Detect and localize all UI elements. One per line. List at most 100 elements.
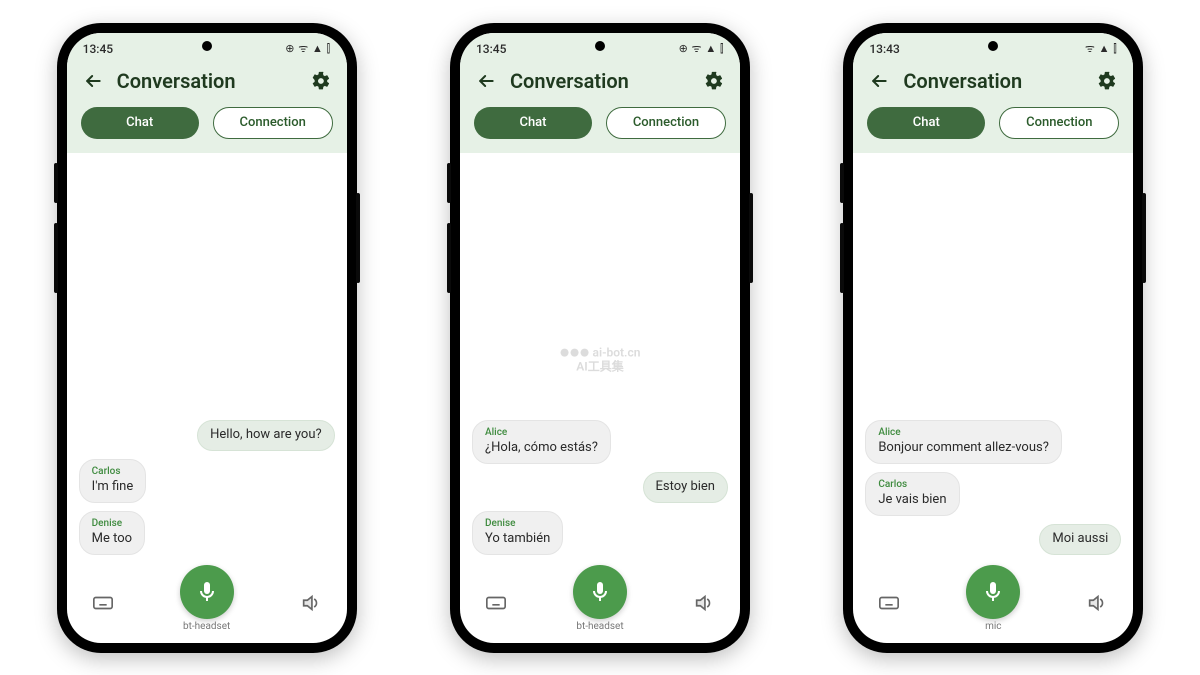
outgoing-bubble[interactable]: Hello, how are you? (197, 420, 335, 451)
tab-row: Chat Connection (867, 107, 1119, 139)
back-arrow-icon[interactable] (867, 69, 891, 93)
tab-chat[interactable]: Chat (81, 107, 199, 139)
screen: 13:45⊕ ᯤ ▲ ⫿ConversationChatConnectionHe… (67, 33, 347, 643)
chat-area: Hello, how are you? Carlos I'm fine Denise M… (67, 153, 347, 567)
incoming-bubble[interactable]: Denise Me too (79, 511, 145, 555)
message-sender: Alice (485, 427, 598, 438)
keyboard-icon[interactable] (89, 589, 117, 617)
message-text: Je vais bien (878, 492, 946, 507)
incoming-bubble[interactable]: Denise Yo también (472, 511, 563, 555)
watermark-line2: AI工具集 (560, 360, 641, 374)
phone-side-button (54, 223, 58, 293)
message-sender: Denise (485, 518, 550, 529)
status-icons: ⊕ ᯤ ▲ ⫿ (679, 41, 724, 56)
phone-mockup: 13:45 ⊕ ᯤ ▲ ⫿ Conversation Chat Connection Al… (450, 23, 750, 653)
mic-button[interactable] (573, 565, 627, 619)
phone-side-button (447, 223, 451, 293)
settings-gear-icon[interactable] (309, 69, 333, 93)
chat-area: Alice ¿Hola, cómo estás? Estoy bien Denise Y… (460, 153, 740, 567)
settings-gear-icon[interactable] (702, 69, 726, 93)
volume-icon[interactable] (297, 589, 325, 617)
message-text: Estoy bien (656, 479, 715, 494)
phone-side-button (749, 193, 753, 283)
tab-connection[interactable]: Connection (606, 107, 726, 139)
mic-wrap: bt-headset (573, 565, 627, 632)
message-row: Moi aussi (865, 524, 1121, 555)
mic-label: mic (985, 621, 1001, 632)
watermark-line1: ai-bot.cn (593, 345, 641, 359)
bottom-bar: bt-headset (460, 567, 740, 643)
message-sender: Alice (878, 427, 1049, 438)
page-title: Conversation (117, 69, 297, 93)
incoming-bubble[interactable]: Alice Bonjour comment allez-vous? (865, 420, 1062, 464)
volume-icon[interactable] (1083, 589, 1111, 617)
message-row: Carlos I'm fine (79, 459, 335, 503)
mic-wrap: bt-headset (180, 565, 234, 632)
outgoing-bubble[interactable]: Estoy bien (643, 472, 728, 503)
settings-gear-icon[interactable] (1095, 69, 1119, 93)
message-row: Denise Me too (79, 511, 335, 555)
mic-wrap: mic (966, 565, 1020, 632)
keyboard-icon[interactable] (875, 589, 903, 617)
screen: 13:43ᯤ ▲ ⫿ConversationChatConnectionAlic… (853, 33, 1133, 643)
phone-mockup: 13:43ᯤ ▲ ⫿ConversationChatConnectionAlic… (843, 23, 1143, 653)
outgoing-bubble[interactable]: Moi aussi (1039, 524, 1121, 555)
camera-hole (595, 41, 605, 51)
mic-button[interactable] (966, 565, 1020, 619)
message-row: Estoy bien (472, 472, 728, 503)
phone-side-button (54, 163, 58, 203)
screen: 13:45 ⊕ ᯤ ▲ ⫿ Conversation Chat Connection Al… (460, 33, 740, 643)
phone-side-button (840, 163, 844, 203)
tab-row: Chat Connection (474, 107, 726, 139)
back-arrow-icon[interactable] (81, 69, 105, 93)
phone-side-button (447, 163, 451, 203)
message-text: Yo también (485, 531, 550, 546)
phone-mockup: 13:45⊕ ᯤ ▲ ⫿ConversationChatConnectionHe… (57, 23, 357, 653)
mic-button[interactable] (180, 565, 234, 619)
page-title: Conversation (903, 69, 1083, 93)
phone-side-button (840, 223, 844, 293)
page-title: Conversation (510, 69, 690, 93)
incoming-bubble[interactable]: Carlos I'm fine (79, 459, 147, 503)
message-row: Alice ¿Hola, cómo estás? (472, 420, 728, 464)
message-sender: Denise (92, 518, 132, 529)
volume-icon[interactable] (690, 589, 718, 617)
app-bar: Conversation Chat Connection (853, 63, 1133, 153)
camera-hole (202, 41, 212, 51)
status-time: 13:45 (476, 42, 506, 56)
status-time: 13:43 (869, 42, 899, 56)
message-text: ¿Hola, cómo estás? (485, 440, 598, 455)
app-bar: Conversation Chat Connection (460, 63, 740, 153)
message-text: Moi aussi (1052, 531, 1108, 546)
watermark: ai-bot.cnAI工具集 (560, 345, 641, 374)
incoming-bubble[interactable]: Alice ¿Hola, cómo estás? (472, 420, 611, 464)
message-text: Me too (92, 531, 132, 546)
status-icons: ⊕ ᯤ ▲ ⫿ (285, 41, 330, 56)
keyboard-icon[interactable] (482, 589, 510, 617)
incoming-bubble[interactable]: Carlos Je vais bien (865, 472, 959, 516)
tab-connection[interactable]: Connection (213, 107, 333, 139)
message-row: Denise Yo también (472, 511, 728, 555)
app-bar: Conversation Chat Connection (67, 63, 347, 153)
mic-label: bt-headset (183, 621, 230, 632)
tab-connection[interactable]: Connection (999, 107, 1119, 139)
message-row: Carlos Je vais bien (865, 472, 1121, 516)
message-sender: Carlos (878, 479, 946, 490)
phone-side-button (1142, 193, 1146, 283)
back-arrow-icon[interactable] (474, 69, 498, 93)
message-row: Hello, how are you? (79, 420, 335, 451)
message-sender: Carlos (92, 466, 134, 477)
tab-row: Chat Connection (81, 107, 333, 139)
bottom-bar: mic (853, 567, 1133, 643)
camera-hole (988, 41, 998, 51)
stage: 13:45 ⊕ ᯤ ▲ ⫿ Conversation Chat Connection He… (0, 0, 1200, 675)
tab-chat[interactable]: Chat (474, 107, 592, 139)
tab-chat[interactable]: Chat (867, 107, 985, 139)
chat-area: Alice Bonjour comment allez-vous? Carlos Je… (853, 153, 1133, 567)
message-text: Hello, how are you? (210, 427, 322, 442)
mic-label: bt-headset (576, 621, 623, 632)
message-text: Bonjour comment allez-vous? (878, 440, 1049, 455)
phone-side-button (356, 193, 360, 283)
message-text: I'm fine (92, 479, 134, 494)
bottom-bar: bt-headset (67, 567, 347, 643)
